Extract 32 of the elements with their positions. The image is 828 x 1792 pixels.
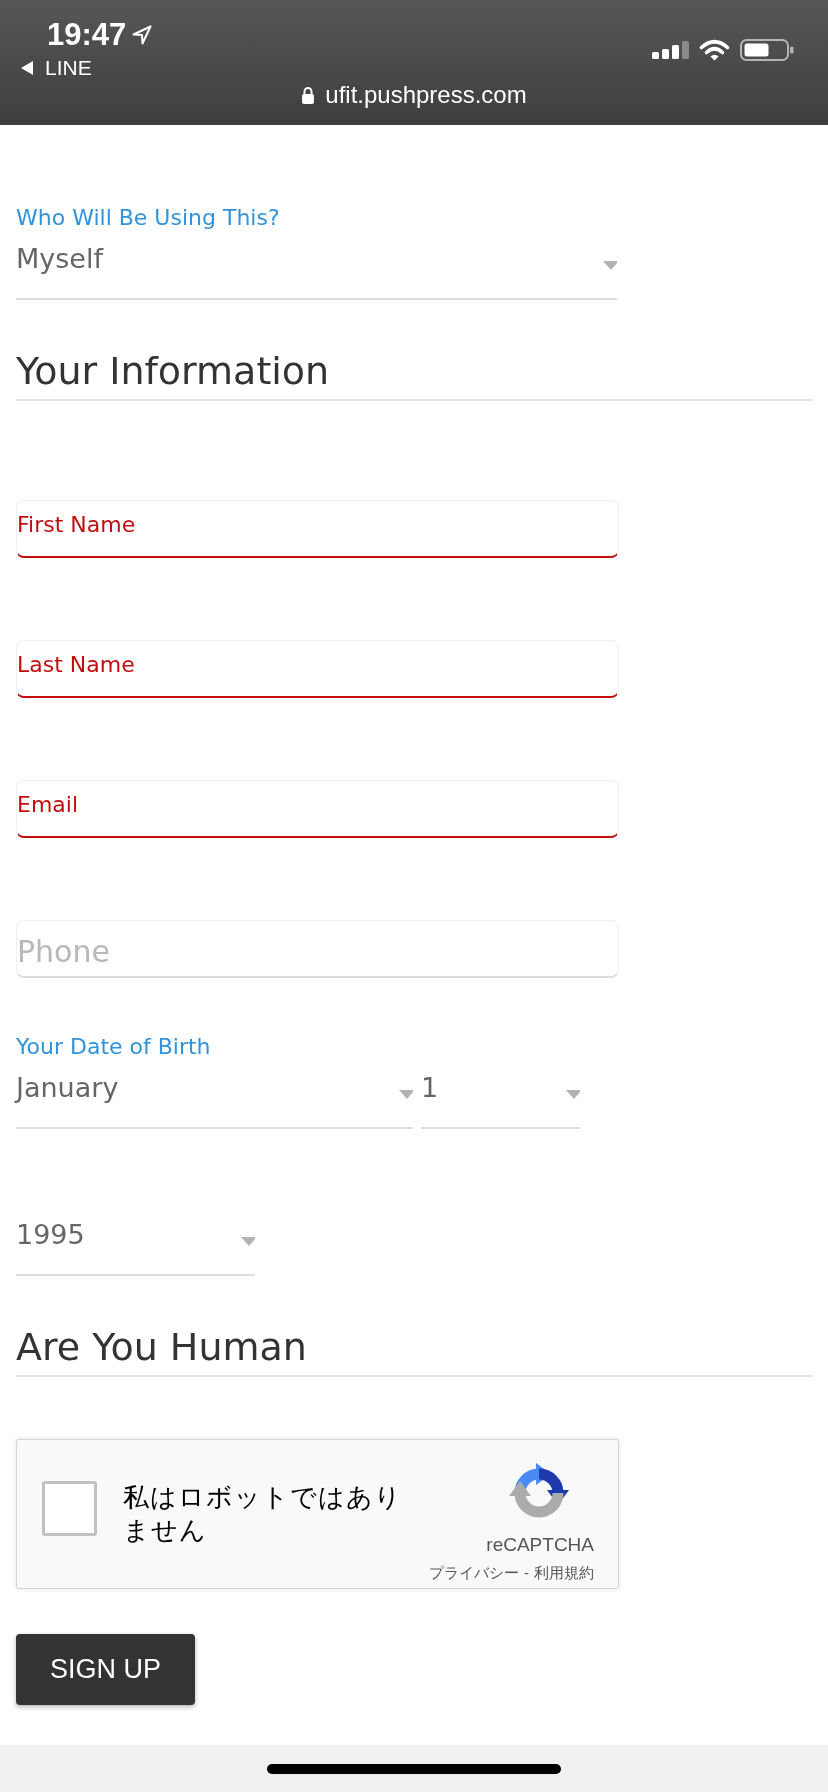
caret-icon xyxy=(399,1089,413,1099)
text-field[interactable]: Phone xyxy=(16,920,619,978)
caret-icon xyxy=(603,260,617,270)
text-field[interactable]: Last Name xyxy=(16,640,619,698)
text-field[interactable]: Email xyxy=(16,780,619,838)
caret-icon xyxy=(566,1089,580,1099)
section-heading: Your Information xyxy=(16,348,330,394)
captcha-label: 私はロボットではありません xyxy=(123,1481,403,1547)
field-label: Who Will Be Using This? xyxy=(16,204,280,232)
checkbox[interactable] xyxy=(42,1480,97,1536)
footer-link[interactable]: プライバシー xyxy=(429,1563,519,1583)
back-link[interactable]: LINE xyxy=(21,56,92,80)
signal-icon xyxy=(652,41,689,59)
section-heading: Are You Human xyxy=(16,1324,307,1370)
wifi-icon xyxy=(699,39,730,61)
sign-up-button[interactable]: SIGN UP xyxy=(16,1634,195,1705)
logo-caption: reCAPTCHA xyxy=(486,1533,594,1557)
text-field[interactable]: First Name xyxy=(16,500,619,558)
caret-icon xyxy=(241,1236,255,1246)
link-separator: - xyxy=(524,1563,529,1583)
url-text: ufit.pushpress.com xyxy=(325,81,527,109)
select-field[interactable]: 1 xyxy=(421,1061,580,1129)
select-field[interactable]: January xyxy=(16,1061,413,1129)
select-field[interactable]: Myself xyxy=(16,232,617,300)
back-icon xyxy=(21,61,33,75)
clock-time: 19:47 xyxy=(47,17,127,53)
select-field[interactable]: 1995 xyxy=(16,1208,255,1276)
location-arrow-icon xyxy=(132,25,153,45)
battery-icon xyxy=(740,39,794,61)
lock-icon xyxy=(301,86,316,104)
field-label: Your Date of Birth xyxy=(16,1033,211,1061)
footer-link[interactable]: 利用規約 xyxy=(534,1563,594,1583)
